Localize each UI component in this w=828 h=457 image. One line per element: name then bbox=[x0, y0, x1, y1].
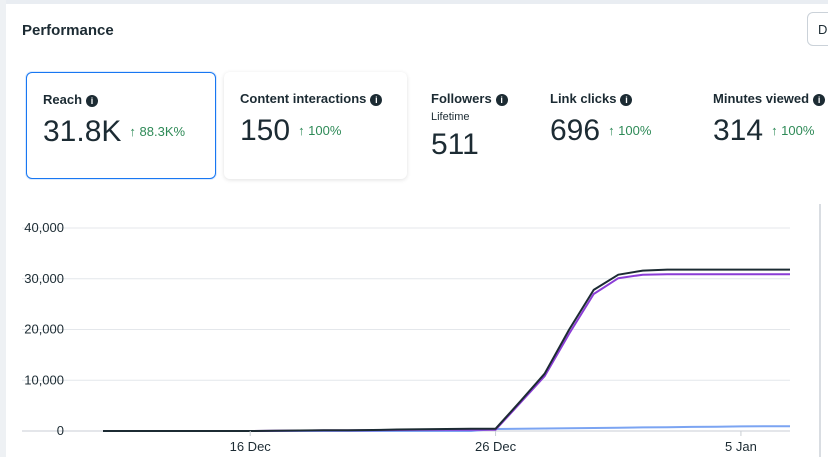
metric-value: 696 ↑ 100% bbox=[550, 114, 651, 148]
info-icon[interactable]: i bbox=[620, 94, 633, 106]
metric-change: ↑ 88.3K% bbox=[129, 124, 186, 139]
info-icon[interactable]: i bbox=[813, 94, 826, 106]
x-tick-label: 16 Dec bbox=[230, 439, 272, 454]
metric-card-content-interactions[interactable]: Content interactions i 150 ↑ 100% bbox=[224, 72, 407, 179]
metric-value-text: 511 bbox=[431, 128, 479, 161]
metric-change: ↑ 100% bbox=[298, 123, 342, 138]
metric-label: Content interactions i bbox=[240, 91, 383, 106]
metric-label-text: Link clicks bbox=[550, 91, 617, 106]
metric-card-reach[interactable]: Reach i 31.8K ↑ 88.3K% bbox=[26, 72, 216, 179]
x-tick-label: 26 Dec bbox=[475, 439, 517, 454]
y-tick-label: 0 bbox=[57, 423, 64, 438]
info-icon[interactable]: i bbox=[495, 94, 508, 106]
window-top-edge bbox=[0, 0, 828, 4]
metric-label: Reach i bbox=[43, 92, 99, 107]
metric-value-text: 150 bbox=[240, 114, 291, 147]
metric-card-minutes-viewed[interactable]: Minutes viewed i 314 ↑ 100% bbox=[698, 72, 828, 179]
metric-change: ↑ 100% bbox=[771, 123, 815, 138]
metric-label: Followers i bbox=[431, 91, 508, 106]
y-tick-label: 20,000 bbox=[24, 322, 64, 337]
y-tick-label: 40,000 bbox=[24, 220, 64, 235]
info-icon[interactable]: i bbox=[370, 94, 383, 106]
metric-label-text: Content interactions bbox=[240, 91, 367, 106]
metric-value: 31.8K ↑ 88.3K% bbox=[43, 115, 185, 149]
metric-label: Link clicks i bbox=[550, 91, 633, 106]
metric-label: Minutes viewed i bbox=[713, 91, 826, 106]
reach-line-chart: 40,000 30,000 20,000 10,000 0 16 Dec 26 Dec 5 … bbox=[22, 220, 790, 454]
series-line-1 bbox=[103, 273, 790, 432]
page-title: Performance bbox=[22, 22, 114, 39]
metric-change: ↑ 100% bbox=[608, 123, 652, 138]
metric-value: 150 ↑ 100% bbox=[240, 114, 341, 148]
metric-card-followers[interactable]: Followers i Lifetime 511 bbox=[416, 72, 531, 179]
metric-label-text: Followers bbox=[431, 91, 492, 106]
metric-value-text: 314 bbox=[713, 114, 764, 147]
y-tick-label: 10,000 bbox=[24, 372, 64, 387]
metric-sublabel: Lifetime bbox=[431, 111, 470, 123]
metric-value-text: 696 bbox=[550, 114, 601, 147]
metric-value: 511 bbox=[431, 128, 479, 162]
date-range-button[interactable]: D bbox=[807, 12, 828, 46]
metric-label-text: Minutes viewed bbox=[713, 91, 810, 106]
y-tick-label: 30,000 bbox=[24, 271, 64, 286]
metric-card-link-clicks[interactable]: Link clicks i 696 ↑ 100% bbox=[535, 72, 695, 179]
metric-label-text: Reach bbox=[43, 92, 83, 107]
chart-scrollbar[interactable] bbox=[819, 204, 821, 457]
x-tick-label: 5 Jan bbox=[725, 439, 757, 454]
info-icon[interactable]: i bbox=[86, 95, 99, 107]
series-line-0 bbox=[103, 268, 790, 432]
metric-value: 314 ↑ 100% bbox=[713, 114, 814, 148]
metric-value-text: 31.8K bbox=[43, 115, 122, 148]
